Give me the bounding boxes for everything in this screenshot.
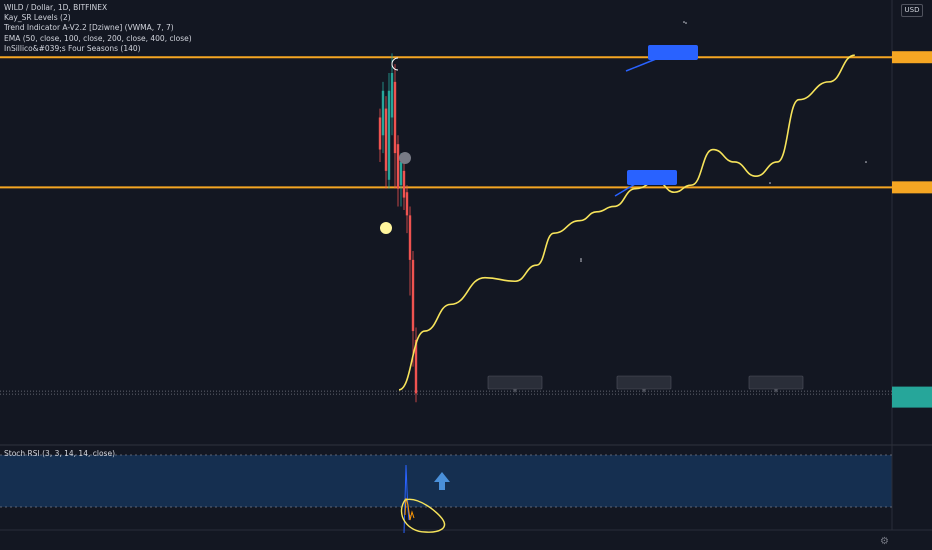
- currency-badge[interactable]: USD: [901, 4, 923, 17]
- candle-body: [381, 90, 385, 136]
- candle-body: [408, 215, 412, 260]
- season-marker-box[interactable]: [748, 375, 804, 390]
- candle-body: [390, 72, 394, 118]
- candle-body: [411, 259, 415, 332]
- price-callout[interactable]: [627, 170, 677, 185]
- sr-level-badge: [892, 181, 932, 194]
- candle-body: [384, 108, 388, 171]
- season-marker-box[interactable]: [487, 375, 543, 390]
- chart-legend: WILD / Dollar, 1D, BITFINEX Kay_SR Level…: [4, 3, 192, 54]
- indicator-ema[interactable]: EMA (50, close, 100, close, 200, close, …: [4, 34, 192, 44]
- candle-body: [393, 81, 397, 154]
- stray-mark: [865, 161, 867, 163]
- price-callout[interactable]: [648, 45, 698, 60]
- symbol-title[interactable]: WILD / Dollar, 1D, BITFINEX: [4, 3, 192, 13]
- stray-mark: [683, 21, 685, 23]
- season-marker-box[interactable]: [616, 375, 672, 390]
- stray-mark: [580, 258, 582, 260]
- indicator-four-seasons[interactable]: InSillico&#039;s Four Seasons (140): [4, 44, 192, 54]
- full-moon-icon: [380, 222, 392, 234]
- sr-level-badge: [892, 51, 932, 64]
- current-price-badge: [892, 386, 932, 408]
- candle-body: [396, 144, 400, 189]
- stoch-rsi-title[interactable]: Stoch RSI (3, 3, 14, 14, close): [4, 449, 115, 458]
- candle-body: [402, 170, 406, 198]
- new-moon-icon: [399, 152, 411, 164]
- candle-body: [399, 161, 403, 186]
- candle-body: [405, 192, 409, 216]
- candle-body: [378, 117, 382, 150]
- indicator-trend[interactable]: Trend Indicator A-V2.2 [Dziwne] (VWMA, 7…: [4, 23, 192, 33]
- price-chart[interactable]: [0, 0, 932, 550]
- tradingview-chart[interactable]: WILD / Dollar, 1D, BITFINEX Kay_SR Level…: [0, 0, 932, 550]
- stray-mark: [685, 22, 687, 24]
- candle-body: [387, 90, 391, 180]
- stray-mark: [580, 260, 582, 262]
- indicator-kay-sr[interactable]: Kay_SR Levels (2): [4, 13, 192, 23]
- stray-mark: [769, 182, 771, 184]
- gear-icon[interactable]: ⚙: [880, 536, 889, 547]
